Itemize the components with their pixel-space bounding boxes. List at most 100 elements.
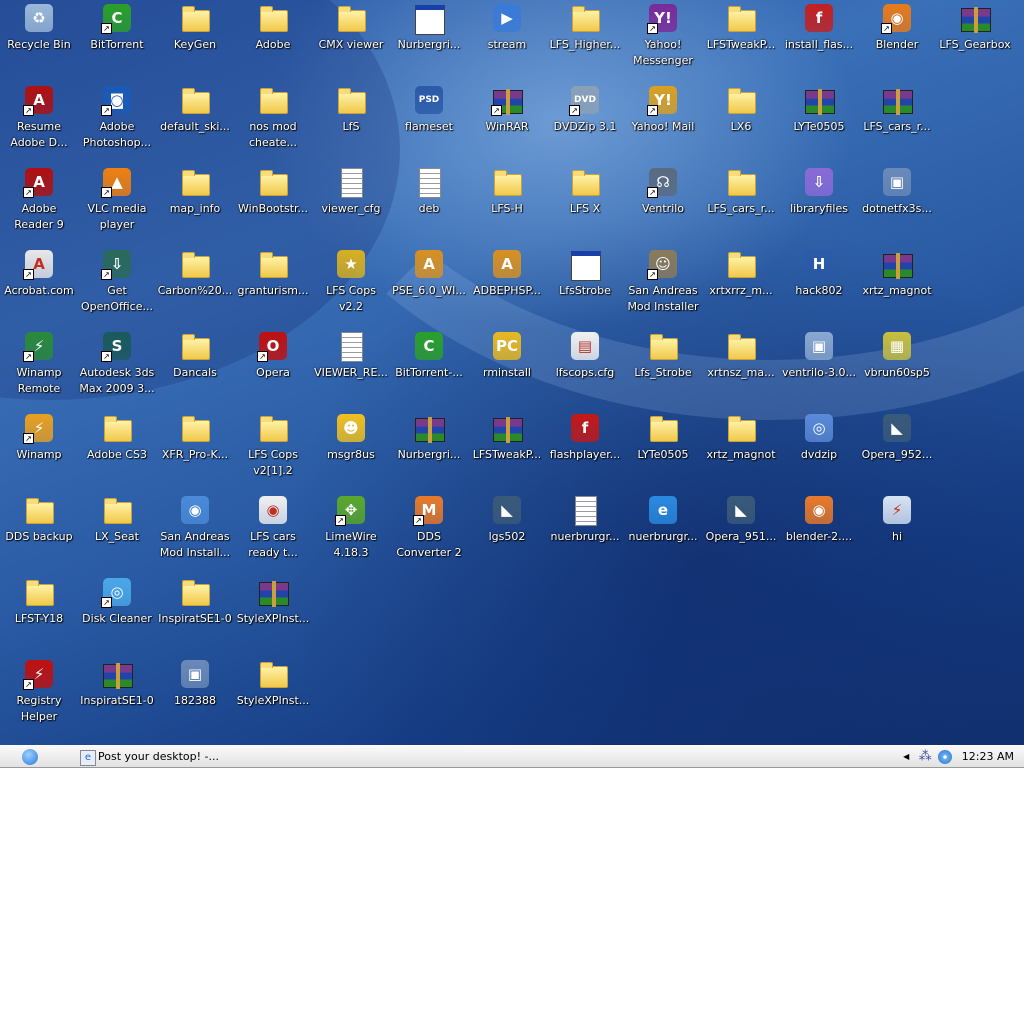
apple-logo-icon[interactable]: [22, 749, 38, 765]
desktop-icon[interactable]: ▤ lfscops.cfg: [546, 328, 624, 408]
desktop-icon[interactable]: ◎ ↗ Disk Cleaner: [78, 574, 156, 654]
network-dots-icon[interactable]: ⁂: [919, 749, 932, 765]
desktop-icon[interactable]: f flashplayer...: [546, 410, 624, 490]
desktop-icon[interactable]: O ↗ Opera: [234, 328, 312, 408]
desktop-icon[interactable]: ◉ blender-2....: [780, 492, 858, 572]
desktop-icon[interactable]: nos mod cheate...: [234, 82, 312, 162]
desktop-icon[interactable]: deb: [390, 164, 468, 244]
desktop-icon[interactable]: ⇩ libraryfiles: [780, 164, 858, 244]
desktop-icon[interactable]: ▶ stream: [468, 0, 546, 80]
desktop-icon[interactable]: PC rminstall: [468, 328, 546, 408]
desktop-icon[interactable]: ☻ msgr8us: [312, 410, 390, 490]
desktop-icon[interactable]: VIEWER_RE...: [312, 328, 390, 408]
desktop-icon[interactable]: A ↗ Acrobat.com: [0, 246, 78, 326]
desktop-icon[interactable]: Nurbergri...: [390, 0, 468, 80]
desktop-icon[interactable]: ⚡ hi: [858, 492, 936, 572]
desktop-icon[interactable]: ◉ ↗ Blender: [858, 0, 936, 80]
desktop-icon[interactable]: LFST-Y18: [0, 574, 78, 654]
taskbar-button-post-your-desktop[interactable]: e Post your desktop! -...: [78, 748, 219, 766]
desktop-icon[interactable]: DVD ↗ DVDZip 3.1: [546, 82, 624, 162]
desktop-icon[interactable]: LYTe0505: [780, 82, 858, 162]
desktop-icon[interactable]: Hhack802: [780, 246, 858, 326]
desktop-icon[interactable]: e nuerbrurgr...: [624, 492, 702, 572]
desktop-icon[interactable]: Y! ↗ Yahoo! Messenger: [624, 0, 702, 80]
desktop-icon[interactable]: ▣ 182388: [156, 656, 234, 736]
desktop-icon[interactable]: xrtxrrz_m...: [702, 246, 780, 326]
desktop-icon[interactable]: ◉ San Andreas Mod Install...: [156, 492, 234, 572]
desktop-icon[interactable]: LFSTweakP...: [468, 410, 546, 490]
desktop-icon[interactable]: LFS_cars_r...: [702, 164, 780, 244]
desktop-icon[interactable]: Dancals: [156, 328, 234, 408]
desktop-icon[interactable]: map_info: [156, 164, 234, 244]
desktop-icon[interactable]: KeyGen: [156, 0, 234, 80]
desktop-icon[interactable]: Lfs_Strobe: [624, 328, 702, 408]
desktop-icon[interactable]: Adobe: [234, 0, 312, 80]
desktop-icon[interactable]: A ↗ Adobe Reader 9: [0, 164, 78, 244]
desktop-icon[interactable]: ▦ vbrun60sp5: [858, 328, 936, 408]
desktop-icon[interactable]: Y! ↗ Yahoo! Mail: [624, 82, 702, 162]
desktop-icon[interactable]: ↗ WinRAR: [468, 82, 546, 162]
desktop-icon[interactable]: ✥ ↗ LimeWire 4.18.3: [312, 492, 390, 572]
desktop-icon[interactable]: ⇩ ↗ Get OpenOffice...: [78, 246, 156, 326]
desktop-icon[interactable]: A ↗ Resume Adobe D...: [0, 82, 78, 162]
desktop-icon[interactable]: A PSE_6.0_WI...: [390, 246, 468, 326]
tray-expand-arrow-icon[interactable]: ◀: [903, 749, 909, 765]
desktop-icon[interactable]: LFS_Higher...: [546, 0, 624, 80]
desktop-icon[interactable]: DDS backup: [0, 492, 78, 572]
desktop-icon[interactable]: ⚡ ↗ Winamp: [0, 410, 78, 490]
desktop-icon[interactable]: LFS X: [546, 164, 624, 244]
desktop-icon[interactable]: xrtnsz_ma...: [702, 328, 780, 408]
desktop-icon[interactable]: ◉ LFS cars ready t...: [234, 492, 312, 572]
desktop-icon[interactable]: nuerbrurgr...: [546, 492, 624, 572]
desktop-icon[interactable]: ◣ Opera_951...: [702, 492, 780, 572]
desktop-icon[interactable]: Nurbergri...: [390, 410, 468, 490]
desktop-icon[interactable]: xrtz_magnot: [858, 246, 936, 326]
desktop-icon-label: lfscops.cfg: [555, 366, 615, 379]
desktop-icon[interactable]: granturism...: [234, 246, 312, 326]
desktop-icon[interactable]: WinBootstr...: [234, 164, 312, 244]
desktop-icon[interactable]: LFS Cops v2[1].2: [234, 410, 312, 490]
desktop-icon[interactable]: C ↗ BitTorrent: [78, 0, 156, 80]
desktop-icon[interactable]: CMX viewer: [312, 0, 390, 80]
desktop-icon[interactable]: PSD flameset: [390, 82, 468, 162]
desktop-icon[interactable]: StyleXPInst...: [234, 574, 312, 654]
desktop-icon[interactable]: StyleXPInst...: [234, 656, 312, 736]
desktop-icon[interactable]: LFSTweakP...: [702, 0, 780, 80]
desktop-icon[interactable]: InspiratSE1-0: [156, 574, 234, 654]
cd-tray-icon[interactable]: [938, 750, 953, 764]
desktop-icon[interactable]: xrtz_magnot: [702, 410, 780, 490]
desktop-icon[interactable]: ☊ ↗ Ventrilo: [624, 164, 702, 244]
desktop-icon[interactable]: ★ LFS Cops v2.2: [312, 246, 390, 326]
desktop-icon[interactable]: ◣ Opera_952...: [858, 410, 936, 490]
desktop-icon[interactable]: ◣ lgs502: [468, 492, 546, 572]
desktop-icon[interactable]: LfsStrobe: [546, 246, 624, 326]
folder-icon: [257, 248, 289, 280]
desktop-icon[interactable]: default_ski...: [156, 82, 234, 162]
desktop-icon[interactable]: ⚡ ↗ Registry Helper: [0, 656, 78, 736]
desktop-icon[interactable]: ▣ dotnetfx3s...: [858, 164, 936, 244]
desktop-icon[interactable]: viewer_cfg: [312, 164, 390, 244]
desktop-icon[interactable]: LYTe0505: [624, 410, 702, 490]
desktop-icon[interactable]: LX_Seat: [78, 492, 156, 572]
desktop-icon[interactable]: ▲ ↗ VLC media player: [78, 164, 156, 244]
desktop-icon[interactable]: S ↗ Autodesk 3ds Max 2009 3...: [78, 328, 156, 408]
desktop-icon[interactable]: ⚡ ↗ Winamp Remote: [0, 328, 78, 408]
desktop-icon[interactable]: M ↗ DDS Converter 2: [390, 492, 468, 572]
desktop-icon[interactable]: C BitTorrent-...: [390, 328, 468, 408]
desktop-icon[interactable]: InspiratSE1-0: [78, 656, 156, 736]
desktop-icon[interactable]: LX6: [702, 82, 780, 162]
desktop-icon[interactable]: ◙ ↗ Adobe Photoshop...: [78, 82, 156, 162]
desktop-icon[interactable]: Carbon%20...: [156, 246, 234, 326]
desktop-icon[interactable]: LFS-H: [468, 164, 546, 244]
desktop-icon[interactable]: LfS: [312, 82, 390, 162]
desktop-icon[interactable]: ▣ ventrilo-3.0...: [780, 328, 858, 408]
desktop-icon[interactable]: ♻ Recycle Bin: [0, 0, 78, 80]
desktop-icon[interactable]: LFS_Gearbox: [936, 0, 1014, 80]
desktop-icon[interactable]: XFR_Pro-K...: [156, 410, 234, 490]
desktop-icon[interactable]: A ADBEPHSP...: [468, 246, 546, 326]
desktop-icon[interactable]: Adobe CS3: [78, 410, 156, 490]
desktop-icon[interactable]: LFS_cars_r...: [858, 82, 936, 162]
desktop-icon[interactable]: f install_flas...: [780, 0, 858, 80]
desktop-icon[interactable]: ◎ dvdzip: [780, 410, 858, 490]
desktop-icon[interactable]: ☺ ↗ San Andreas Mod Installer: [624, 246, 702, 326]
